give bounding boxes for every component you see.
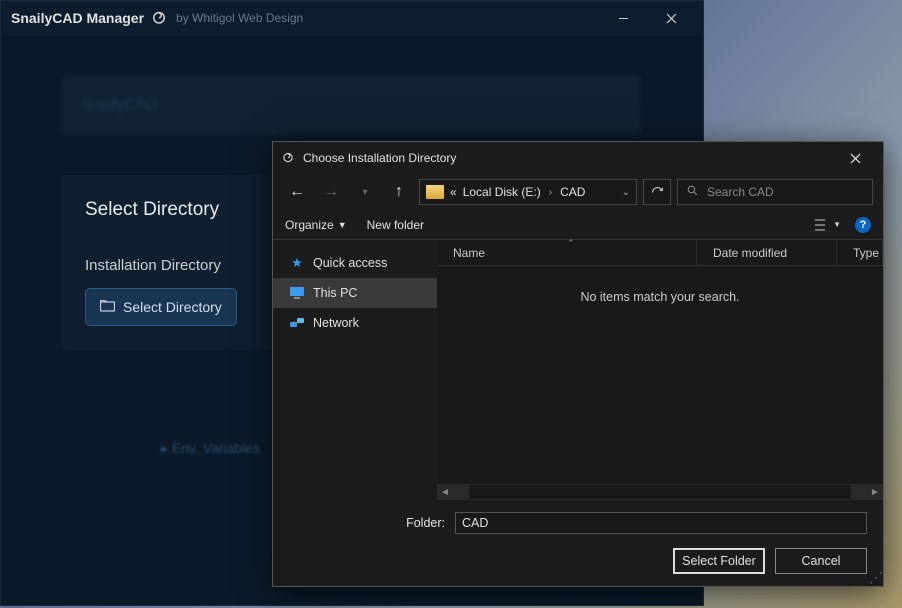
horizontal-scrollbar[interactable]: ◄ ►: [437, 484, 883, 500]
folder-label: Folder:: [289, 516, 445, 530]
network-icon: [289, 315, 305, 331]
dialog-content: ⌃ Name Date modified Type No items match…: [437, 240, 883, 500]
dialog-title: Choose Installation Directory: [303, 151, 456, 165]
dialog-toolbar: Organize▼ New folder ▼ ?: [273, 210, 883, 240]
view-mode-button[interactable]: ▼: [815, 218, 841, 232]
column-type[interactable]: Type: [837, 240, 883, 265]
search-placeholder: Search CAD: [707, 185, 774, 199]
nav-recent-dropdown[interactable]: ▾: [351, 178, 379, 206]
file-dialog: Choose Installation Directory ← → ▾ ↑ « …: [272, 141, 884, 587]
tree-quick-access[interactable]: ★ Quick access: [273, 248, 437, 278]
tree-network[interactable]: Network: [273, 308, 437, 338]
help-button[interactable]: ?: [855, 217, 871, 233]
resize-grip[interactable]: ⋰: [869, 572, 881, 584]
address-bar[interactable]: « Local Disk (E:) › CAD ⌄: [419, 179, 637, 205]
dialog-close-button[interactable]: [835, 144, 875, 172]
scroll-left-icon[interactable]: ◄: [437, 484, 453, 500]
folder-icon: [100, 299, 115, 315]
new-folder-button[interactable]: New folder: [367, 218, 424, 232]
organize-menu[interactable]: Organize▼: [285, 218, 347, 232]
scroll-right-icon[interactable]: ►: [867, 484, 883, 500]
select-folder-button[interactable]: Select Folder: [673, 548, 765, 574]
column-date[interactable]: Date modified: [697, 240, 837, 265]
snail-icon: [150, 8, 168, 29]
cancel-button[interactable]: Cancel: [775, 548, 867, 574]
close-button[interactable]: [649, 3, 693, 33]
breadcrumb-prefix: «: [450, 185, 457, 199]
nav-up-button[interactable]: ↑: [385, 178, 413, 206]
search-input[interactable]: Search CAD: [677, 179, 873, 205]
chevron-right-icon[interactable]: ›: [547, 187, 554, 198]
app-titlebar: SnailyCAD Manager by Whitigol Web Design: [1, 1, 703, 35]
dialog-sidebar: ★ Quick access This PC Network: [273, 240, 437, 500]
folder-input[interactable]: [455, 512, 867, 534]
select-directory-label: Select Directory: [123, 299, 222, 315]
nav-back-button[interactable]: ←: [283, 178, 311, 206]
minimize-button[interactable]: [601, 3, 645, 33]
column-headers: ⌃ Name Date modified Type: [437, 240, 883, 266]
breadcrumb-folder[interactable]: CAD: [560, 185, 585, 199]
address-dropdown-icon[interactable]: ⌄: [622, 187, 630, 198]
sort-indicator-icon: ⌃: [567, 238, 575, 249]
star-icon: ★: [289, 255, 305, 271]
dialog-navbar: ← → ▾ ↑ « Local Disk (E:) › CAD ⌄ Search…: [273, 174, 883, 210]
nav-forward-button[interactable]: →: [317, 178, 345, 206]
dialog-main: ★ Quick access This PC Network ⌃ Name Da…: [273, 240, 883, 500]
dialog-snail-icon: [281, 150, 295, 167]
app-title-text: SnailyCAD Manager: [11, 10, 144, 26]
app-title: SnailyCAD Manager: [11, 8, 168, 29]
dialog-footer: Folder: Select Folder Cancel: [273, 500, 883, 586]
folder-icon: [426, 185, 444, 199]
tree-this-pc[interactable]: This PC: [273, 278, 437, 308]
search-icon: [686, 184, 699, 200]
app-subtitle: by Whitigol Web Design: [176, 11, 303, 25]
empty-state: No items match your search.: [437, 266, 883, 484]
blurred-heading: SnailyCAD: [61, 75, 641, 135]
chevron-down-icon: ▼: [338, 220, 347, 230]
pc-icon: [289, 285, 305, 301]
dialog-titlebar: Choose Installation Directory: [273, 142, 883, 174]
scroll-track[interactable]: [469, 485, 851, 499]
refresh-button[interactable]: [643, 179, 671, 205]
breadcrumb-disk[interactable]: Local Disk (E:): [463, 185, 541, 199]
select-directory-button[interactable]: Select Directory: [85, 288, 237, 326]
